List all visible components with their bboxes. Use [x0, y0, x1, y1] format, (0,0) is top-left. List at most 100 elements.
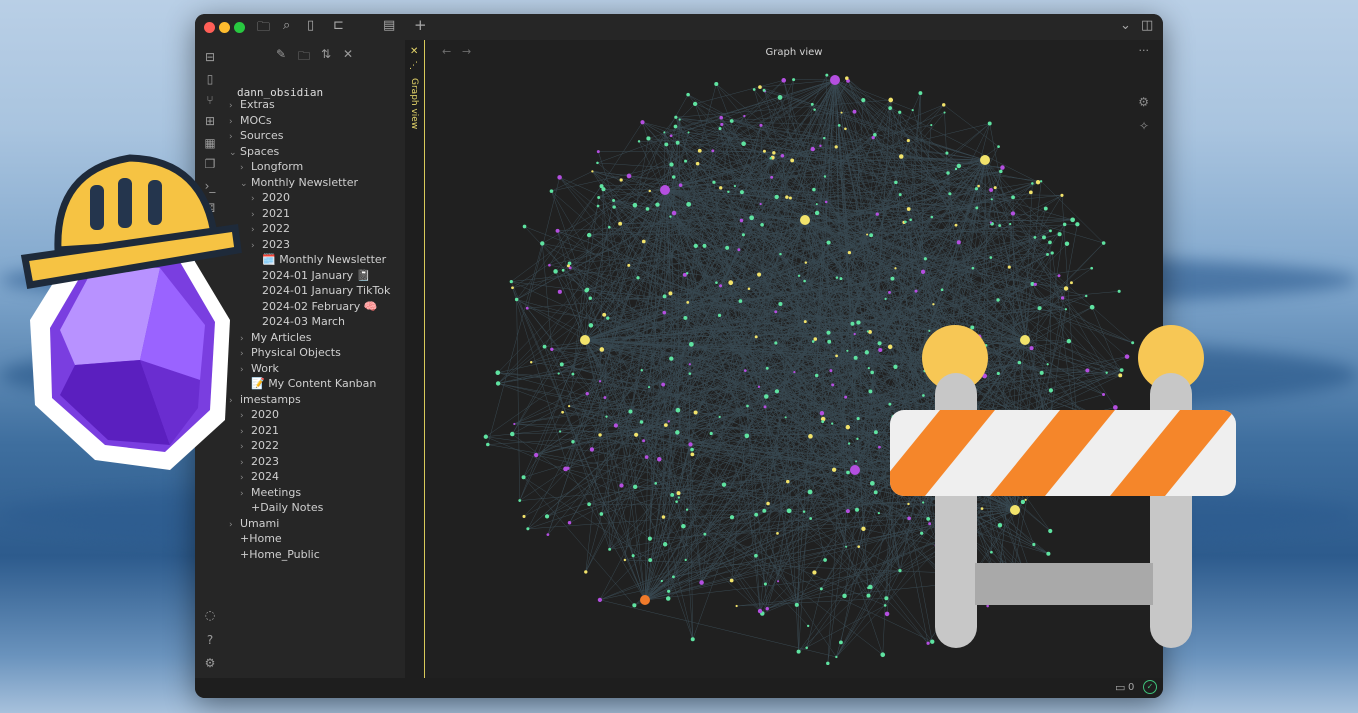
- graph-node[interactable]: [831, 422, 834, 425]
- graph-node[interactable]: [864, 350, 869, 355]
- right-sidebar-toggle-icon[interactable]: ◫: [1141, 18, 1153, 33]
- graph-node[interactable]: [509, 279, 513, 284]
- more-options-icon[interactable]: ···: [1139, 44, 1150, 57]
- graph-node[interactable]: [675, 407, 681, 413]
- graph-node[interactable]: [873, 132, 877, 137]
- graph-node[interactable]: [728, 280, 734, 286]
- graph-node[interactable]: [763, 405, 767, 409]
- graph-node[interactable]: [1090, 266, 1094, 270]
- graph-node[interactable]: [810, 102, 814, 106]
- graph-node[interactable]: [930, 215, 934, 219]
- grid-icon[interactable]: ⊞: [202, 114, 218, 128]
- graph-node[interactable]: [675, 500, 678, 503]
- graph-node[interactable]: [585, 287, 590, 292]
- graph-node[interactable]: [608, 547, 612, 551]
- graph-node[interactable]: [844, 127, 847, 131]
- graph-node[interactable]: [1048, 240, 1052, 245]
- graph-node[interactable]: [525, 306, 529, 310]
- graph-node[interactable]: [662, 542, 668, 547]
- graph-node[interactable]: [757, 608, 763, 614]
- tree-item[interactable]: +Daily Notes: [240, 500, 323, 515]
- graph-node[interactable]: [813, 337, 818, 341]
- graph-node[interactable]: [1042, 235, 1046, 240]
- graph-node[interactable]: [596, 161, 599, 165]
- graph-node[interactable]: [743, 114, 746, 118]
- graph-node[interactable]: [709, 431, 713, 436]
- graph-node[interactable]: [648, 558, 653, 562]
- graph-node[interactable]: [655, 202, 660, 207]
- graph-node[interactable]: [940, 288, 944, 292]
- git-branch-icon[interactable]: ⑂: [202, 93, 218, 107]
- graph-node[interactable]: [762, 88, 766, 92]
- graph-node[interactable]: [857, 545, 861, 548]
- graph-node[interactable]: [1037, 306, 1042, 311]
- search-icon[interactable]: ⌕: [283, 18, 290, 33]
- graph-node[interactable]: [549, 189, 554, 193]
- graph-node[interactable]: [605, 415, 608, 418]
- graph-node[interactable]: [567, 521, 572, 525]
- graph-node[interactable]: [662, 294, 667, 299]
- graph-node[interactable]: [681, 523, 686, 529]
- graph-node[interactable]: [702, 243, 707, 248]
- graph-node[interactable]: [847, 442, 851, 445]
- graph-node[interactable]: [999, 169, 1003, 174]
- graph-node[interactable]: [693, 410, 698, 415]
- graph-node[interactable]: [827, 339, 832, 344]
- graph-node[interactable]: [996, 298, 1000, 302]
- graph-node[interactable]: [685, 508, 689, 511]
- graph-node[interactable]: [644, 455, 649, 459]
- tree-item[interactable]: 2024-03 March: [251, 314, 345, 329]
- graph-node[interactable]: [607, 225, 611, 229]
- graph-node[interactable]: [671, 575, 675, 579]
- tree-item[interactable]: +Home_Public: [229, 547, 320, 562]
- graph-node[interactable]: [596, 150, 600, 154]
- graph-node[interactable]: [514, 297, 519, 302]
- graph-node[interactable]: [667, 589, 671, 593]
- graph-node[interactable]: [989, 256, 993, 259]
- tree-item[interactable]: 2024-01 January TikTok: [251, 283, 390, 298]
- graph-node[interactable]: [823, 175, 827, 178]
- graph-node[interactable]: [599, 184, 604, 189]
- graph-node[interactable]: [1039, 180, 1043, 183]
- graph-node[interactable]: [826, 661, 830, 666]
- graph-node[interactable]: [906, 207, 911, 211]
- graph-node[interactable]: [618, 221, 623, 226]
- tree-item[interactable]: › Sources: [229, 128, 284, 143]
- graph-node[interactable]: [619, 483, 624, 488]
- graph-node[interactable]: [634, 432, 639, 437]
- graph-node[interactable]: [645, 207, 650, 211]
- graph-node[interactable]: [628, 409, 633, 414]
- tree-item[interactable]: › Physical Objects: [240, 345, 341, 360]
- graph-node[interactable]: [599, 347, 605, 352]
- graph-settings-icon[interactable]: ⚙: [1138, 95, 1149, 109]
- graph-node[interactable]: [596, 204, 600, 208]
- graph-node[interactable]: [712, 180, 716, 184]
- graph-node[interactable]: [566, 264, 570, 268]
- graph-node[interactable]: [598, 433, 602, 437]
- graph-node[interactable]: [909, 218, 912, 222]
- graph-node[interactable]: [875, 212, 879, 216]
- graph-node[interactable]: [856, 320, 861, 325]
- graph-node[interactable]: [823, 558, 827, 562]
- graph-node[interactable]: [522, 514, 526, 518]
- graph-node[interactable]: [808, 434, 813, 439]
- graph-node[interactable]: [942, 103, 946, 107]
- graph-node[interactable]: [845, 424, 851, 430]
- sync-status-icon[interactable]: ✓: [1143, 680, 1157, 694]
- graph-node[interactable]: [989, 221, 992, 224]
- graph-node[interactable]: [779, 252, 782, 256]
- graph-node[interactable]: [1084, 294, 1088, 298]
- graph-node[interactable]: [846, 470, 850, 475]
- graph-node[interactable]: [511, 286, 514, 290]
- graph-node[interactable]: [763, 582, 767, 586]
- graph-node[interactable]: [1033, 282, 1037, 287]
- graph-node[interactable]: [825, 73, 829, 77]
- graph-node[interactable]: [888, 97, 894, 103]
- new-note-icon[interactable]: ✎: [276, 47, 286, 61]
- graph-node[interactable]: [811, 340, 815, 343]
- chevron-down-icon[interactable]: ⌄: [1120, 18, 1131, 33]
- graph-hub-node[interactable]: [800, 215, 810, 225]
- graph-node[interactable]: [826, 240, 831, 245]
- graph-node[interactable]: [529, 361, 533, 364]
- graph-node[interactable]: [495, 381, 501, 386]
